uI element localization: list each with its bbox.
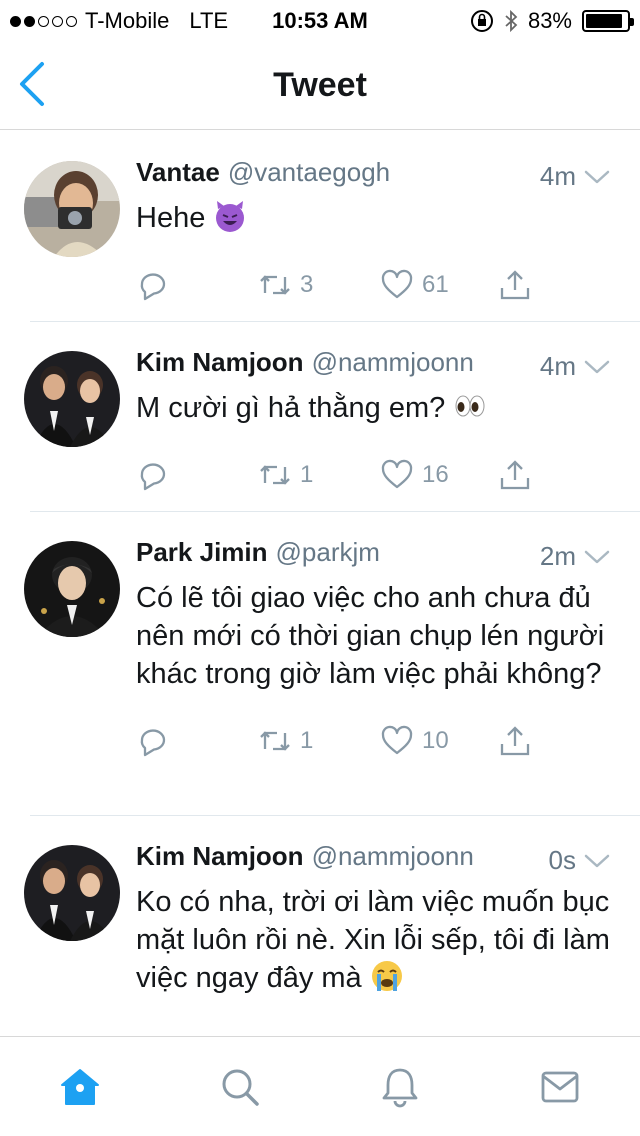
tweet-body: M cười gì hả thằng em? xyxy=(136,392,446,424)
username[interactable]: @vantaegogh xyxy=(228,157,390,188)
display-name[interactable]: Vantae xyxy=(136,157,220,188)
crying-face-emoji-icon xyxy=(371,961,402,991)
retweet-count: 3 xyxy=(300,271,314,298)
tweet-text: Ko có nha, trời ơi làm việc muốn bục mặt… xyxy=(136,883,610,997)
search-icon xyxy=(222,1069,259,1106)
battery-icon xyxy=(582,10,634,32)
timestamp: 4m xyxy=(539,351,576,381)
tweet-thread: Vantae @vantaegogh 4m Hehe 3 61 Kim Namj… xyxy=(0,131,640,1036)
timestamp: 2m xyxy=(539,541,576,571)
timestamp: 4m xyxy=(539,161,576,191)
battery-percent: 83% xyxy=(527,8,572,33)
tweet[interactable]: Kim Namjoon @nammjoonn 0s Ko có nha, trờ… xyxy=(0,815,640,1005)
eyes-emoji-icon xyxy=(455,395,485,417)
heart-icon xyxy=(381,269,413,299)
chevron-down-icon[interactable] xyxy=(584,357,610,377)
tweet-actions: 1 16 xyxy=(136,455,610,495)
status-bar: T-Mobile LTE 10:53 AM 83% xyxy=(0,0,640,40)
like-button[interactable]: 10 xyxy=(380,724,498,758)
avatar[interactable] xyxy=(24,161,120,257)
share-button[interactable] xyxy=(498,724,532,758)
retweet-button[interactable]: 3 xyxy=(258,268,380,302)
retweet-icon xyxy=(260,731,290,751)
tweet-actions: 1 10 xyxy=(136,721,610,761)
tweet-actions: 3 61 xyxy=(136,265,610,305)
tweet[interactable]: Kim Namjoon @nammjoonn 4m M cười gì hả t… xyxy=(0,321,640,511)
tweet-text: Có lẽ tôi giao việc cho anh chưa đủ nên … xyxy=(136,579,610,693)
smiling-devil-emoji-icon xyxy=(216,201,245,232)
username[interactable]: @parkjm xyxy=(276,537,380,568)
reply-button[interactable] xyxy=(136,458,258,492)
nav-bar: Tweet xyxy=(0,40,640,130)
reply-button[interactable] xyxy=(136,724,258,758)
share-icon xyxy=(500,270,530,300)
tweet-body: Có lẽ tôi giao việc cho anh chưa đủ nên … xyxy=(136,582,605,690)
home-icon xyxy=(61,1069,99,1105)
retweet-count: 1 xyxy=(300,727,314,754)
share-button[interactable] xyxy=(498,458,532,492)
tweet[interactable]: Vantae @vantaegogh 4m Hehe 3 61 xyxy=(0,131,640,321)
tweet-text: M cười gì hả thằng em? xyxy=(136,389,610,427)
page-title: Tweet xyxy=(273,66,367,104)
status-right: 83% xyxy=(470,8,634,34)
reply-icon xyxy=(140,729,166,757)
retweet-icon xyxy=(260,275,290,295)
reply-icon xyxy=(140,463,166,491)
display-name[interactable]: Kim Namjoon xyxy=(136,841,304,872)
share-icon xyxy=(500,726,530,756)
notifications-icon xyxy=(382,1068,418,1108)
like-button[interactable]: 61 xyxy=(380,268,498,302)
tab-bar xyxy=(0,1036,640,1136)
tab-notifications[interactable] xyxy=(378,1065,422,1109)
tweet-text: Hehe xyxy=(136,199,610,237)
retweet-icon xyxy=(260,465,290,485)
tab-home[interactable] xyxy=(58,1065,102,1109)
tweet-header: Kim Namjoon @nammjoonn xyxy=(136,841,610,879)
share-button[interactable] xyxy=(498,268,532,302)
chevron-down-icon[interactable] xyxy=(584,547,610,567)
tab-search[interactable] xyxy=(218,1065,262,1109)
avatar[interactable] xyxy=(24,845,120,941)
avatar[interactable] xyxy=(24,351,120,447)
retweet-button[interactable]: 1 xyxy=(258,724,380,758)
like-count: 16 xyxy=(422,461,449,488)
like-count: 10 xyxy=(422,727,449,754)
reply-icon xyxy=(140,273,166,301)
messages-icon xyxy=(541,1071,579,1103)
heart-icon xyxy=(381,459,413,489)
username[interactable]: @nammjoonn xyxy=(312,347,474,378)
display-name[interactable]: Kim Namjoon xyxy=(136,347,304,378)
tweet-screen: T-Mobile LTE 10:53 AM 83% Tweet Vantae @… xyxy=(0,0,640,1136)
share-icon xyxy=(500,460,530,490)
reply-button[interactable] xyxy=(136,268,258,302)
username[interactable]: @nammjoonn xyxy=(312,841,474,872)
like-count: 61 xyxy=(422,271,449,298)
tweet[interactable]: Park Jimin @parkjm 2m Có lẽ tôi giao việ… xyxy=(0,511,640,815)
retweet-button[interactable]: 1 xyxy=(258,458,380,492)
tweet-body: Hehe xyxy=(136,202,206,234)
timestamp: 0s xyxy=(548,845,576,875)
like-button[interactable]: 16 xyxy=(380,458,498,492)
chevron-down-icon[interactable] xyxy=(584,851,610,871)
orientation-lock-icon xyxy=(470,10,493,32)
avatar[interactable] xyxy=(24,541,120,637)
retweet-count: 1 xyxy=(300,461,314,488)
bluetooth-icon xyxy=(505,9,518,33)
chevron-down-icon[interactable] xyxy=(584,167,610,187)
tab-messages[interactable] xyxy=(538,1065,582,1109)
display-name[interactable]: Park Jimin xyxy=(136,537,268,568)
heart-icon xyxy=(381,725,413,755)
